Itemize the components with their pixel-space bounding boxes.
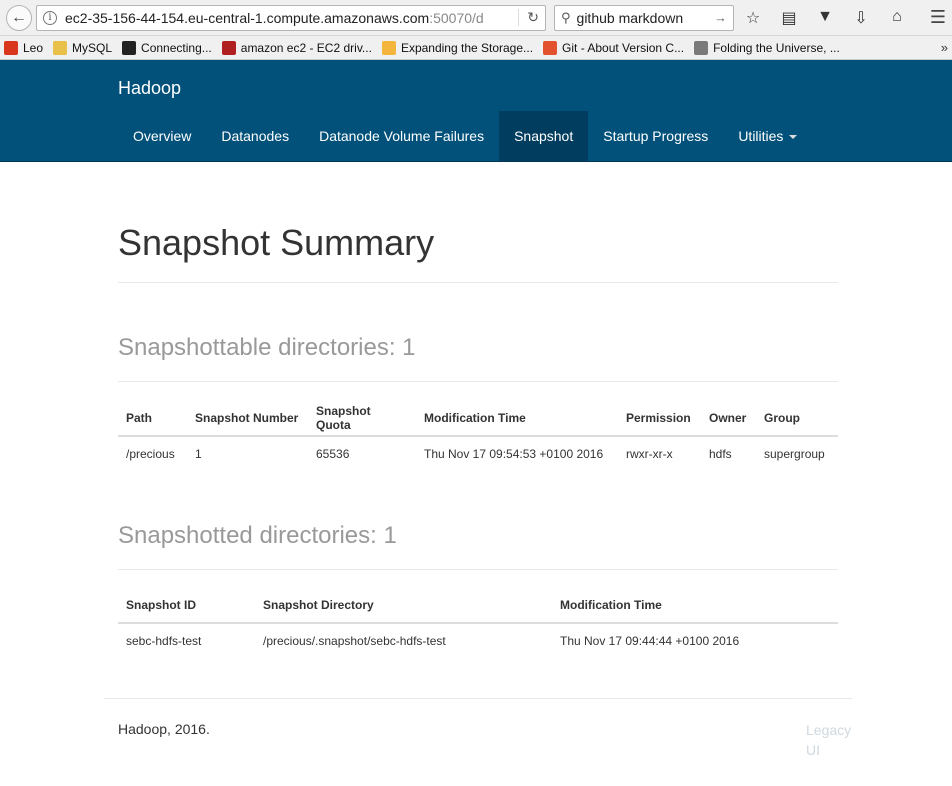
reload-icon[interactable]: ↻ xyxy=(518,9,539,26)
info-icon[interactable]: i xyxy=(43,10,57,25)
legacy-ui-link[interactable]: Legacy UI xyxy=(806,720,856,760)
table-row: sebc-hdfs-test /precious/.snapshot/sebc-… xyxy=(118,623,838,658)
snapshottable-title: Snapshottable directories: 1 xyxy=(118,334,416,361)
bookmark-item[interactable]: Git - About Version C... xyxy=(543,40,685,55)
reading-list-icon[interactable]: ▤ xyxy=(780,8,798,28)
bookmark-item[interactable]: amazon ec2 - EC2 driv... xyxy=(221,40,372,55)
cell-snapshot-id: sebc-hdfs-test xyxy=(126,634,202,648)
footer-divider xyxy=(104,698,852,699)
bookmarks-bar: Leo MySQL Connecting... amazon ec2 - EC2 dr… xyxy=(0,36,952,60)
pocket-icon[interactable]: ▼ xyxy=(816,8,834,28)
bookmark-item[interactable]: MySQL xyxy=(53,40,113,55)
bookmark-favicon-icon xyxy=(4,40,18,55)
table-header-row: Snapshot ID Snapshot Directory Modificat… xyxy=(118,588,838,624)
bookmark-label: amazon ec2 - EC2 driv... xyxy=(240,40,372,55)
nav-datanodes[interactable]: Datanodes xyxy=(206,111,304,161)
bookmark-item[interactable]: Connecting... xyxy=(122,40,212,55)
bookmark-favicon-icon xyxy=(122,40,137,55)
download-icon[interactable]: ⇩ xyxy=(852,8,870,28)
nav-overview[interactable]: Overview xyxy=(118,111,206,161)
cell-snapshot-quota: 65536 xyxy=(316,447,350,461)
bookmark-favicon-icon xyxy=(221,40,236,55)
cell-owner: hdfs xyxy=(709,447,732,461)
cell-modification-time: Thu Nov 17 09:54:53 +0100 2016 xyxy=(424,447,604,461)
cell-path: /precious xyxy=(126,447,175,461)
col-snapshot-quota: Snapshot Quota xyxy=(308,401,416,437)
nav-datanode-volume-failures[interactable]: Datanode Volume Failures xyxy=(304,111,499,161)
title-divider xyxy=(118,282,838,283)
nav-utilities[interactable]: Utilities xyxy=(723,111,812,161)
bookmark-favicon-icon xyxy=(381,40,396,55)
bookmark-favicon-icon xyxy=(694,40,709,55)
cell-modification-time: Thu Nov 17 09:44:44 +0100 2016 xyxy=(560,634,740,648)
caret-down-icon xyxy=(789,135,798,140)
col-group: Group xyxy=(756,401,838,437)
bookmark-star-icon[interactable]: ☆ xyxy=(744,8,762,28)
bookmark-item[interactable]: Leo xyxy=(4,40,44,55)
col-owner: Owner xyxy=(701,401,756,437)
bookmark-label: Git - About Version C... xyxy=(562,40,685,55)
back-arrow-icon[interactable]: ← xyxy=(6,4,32,31)
col-modification-time: Modification Time xyxy=(416,401,618,437)
bookmark-item[interactable]: Folding the Universe, ... xyxy=(694,40,840,55)
bookmark-label: Leo xyxy=(23,40,44,55)
hadoop-navbar: Hadoop Overview Datanodes Datanode Volum… xyxy=(0,60,952,162)
url-host: ec2-35-156-44-154.eu-central-1.compute.a… xyxy=(65,9,430,26)
cell-group: supergroup xyxy=(764,447,825,461)
snapshotted-title: Snapshotted directories: 1 xyxy=(118,522,397,549)
snapshottable-divider xyxy=(118,381,838,382)
col-snapshot-directory: Snapshot Directory xyxy=(255,588,552,624)
footer-text: Hadoop, 2016. xyxy=(118,721,210,737)
col-permission: Permission xyxy=(618,401,701,437)
home-icon[interactable]: ⌂ xyxy=(888,8,906,28)
col-snapshot-number: Snapshot Number xyxy=(187,401,308,437)
bookmark-label: Connecting... xyxy=(141,40,212,55)
col-modification-time: Modification Time xyxy=(552,588,838,624)
snapshottable-table: Path Snapshot Number Snapshot Quota Modi… xyxy=(118,401,838,471)
search-text: github markdown xyxy=(576,9,684,26)
table-row: /precious 1 65536 Thu Nov 17 09:54:53 +0… xyxy=(118,436,838,471)
bookmark-label: Folding the Universe, ... xyxy=(713,40,840,55)
table-header-row: Path Snapshot Number Snapshot Quota Modi… xyxy=(118,401,838,437)
main-nav: Overview Datanodes Datanode Volume Failu… xyxy=(118,111,812,161)
brand-logo[interactable]: Hadoop xyxy=(118,78,181,99)
page-title: Snapshot Summary xyxy=(118,222,435,263)
legacy-ui-line2: UI xyxy=(806,742,820,758)
search-icon: ⚲ xyxy=(561,9,571,25)
cell-snapshot-number: 1 xyxy=(195,447,202,461)
bookmark-label: MySQL xyxy=(72,40,113,55)
url-bar[interactable]: i ec2-35-156-44-154.eu-central-1.compute… xyxy=(36,4,546,31)
nav-utilities-label: Utilities xyxy=(738,128,784,144)
bookmark-favicon-icon xyxy=(53,40,68,55)
browser-toolbar: ← i ec2-35-156-44-154.eu-central-1.compu… xyxy=(0,0,952,36)
col-path: Path xyxy=(118,401,187,437)
bookmarks-overflow-icon[interactable]: » xyxy=(941,40,948,55)
hamburger-menu-icon[interactable]: ☰ xyxy=(930,7,946,28)
snapshotted-divider xyxy=(118,569,838,570)
bookmark-label: Expanding the Storage... xyxy=(400,40,534,55)
bookmark-item[interactable]: Expanding the Storage... xyxy=(381,40,534,55)
snapshotted-table: Snapshot ID Snapshot Directory Modificat… xyxy=(118,588,838,658)
url-rest: :50070/d xyxy=(429,9,484,26)
nav-startup-progress[interactable]: Startup Progress xyxy=(588,111,723,161)
search-go-arrow-icon[interactable]: → xyxy=(714,10,727,25)
cell-permission: rwxr-xr-x xyxy=(626,447,673,461)
legacy-ui-line1: Legacy xyxy=(806,722,852,738)
cell-snapshot-directory: /precious/.snapshot/sebc-hdfs-test xyxy=(263,634,446,648)
search-bar[interactable]: ⚲ github markdown → xyxy=(554,4,734,31)
col-snapshot-id: Snapshot ID xyxy=(118,588,255,624)
bookmark-favicon-icon xyxy=(543,40,558,55)
nav-snapshot[interactable]: Snapshot xyxy=(499,111,589,161)
